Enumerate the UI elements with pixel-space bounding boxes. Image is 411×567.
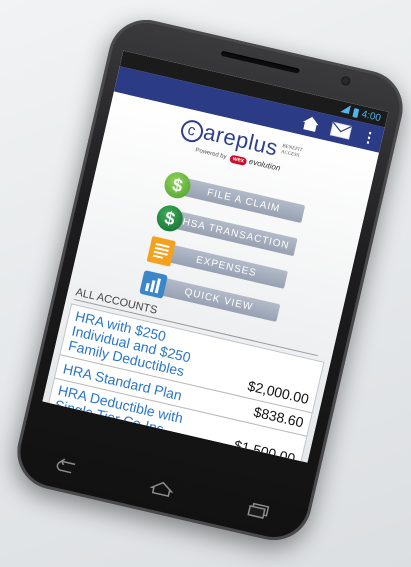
earpiece-speaker [220,50,300,74]
wex-logo: wex [228,154,248,167]
recent-apps-icon[interactable] [245,501,271,524]
home-outline-icon[interactable] [147,479,175,503]
logo-tagline: BENEFIT ACCESS [280,143,303,159]
app-content: c areplusBENEFIT ACCESS Powered by wex evo… [42,91,379,463]
status-time: 4:00 [360,108,382,124]
stage: 4:00 ⋮ c areplusBENEFIT ACCESS Powered b… [0,0,411,567]
phone-screen: 4:00 ⋮ c areplusBENEFIT ACCESS Powered b… [42,50,389,463]
mail-icon[interactable] [329,121,353,140]
home-icon[interactable] [300,114,321,134]
signal-icon [339,103,351,117]
account-amount: $1,500.00 [232,436,297,463]
battery-icon [352,107,359,118]
phone-device: 4:00 ⋮ c areplusBENEFIT ACCESS Powered b… [9,12,411,548]
front-camera [340,75,352,87]
device-navigation-bar [52,457,271,525]
back-icon[interactable] [52,457,78,480]
overflow-menu-icon[interactable]: ⋮ [361,128,378,147]
